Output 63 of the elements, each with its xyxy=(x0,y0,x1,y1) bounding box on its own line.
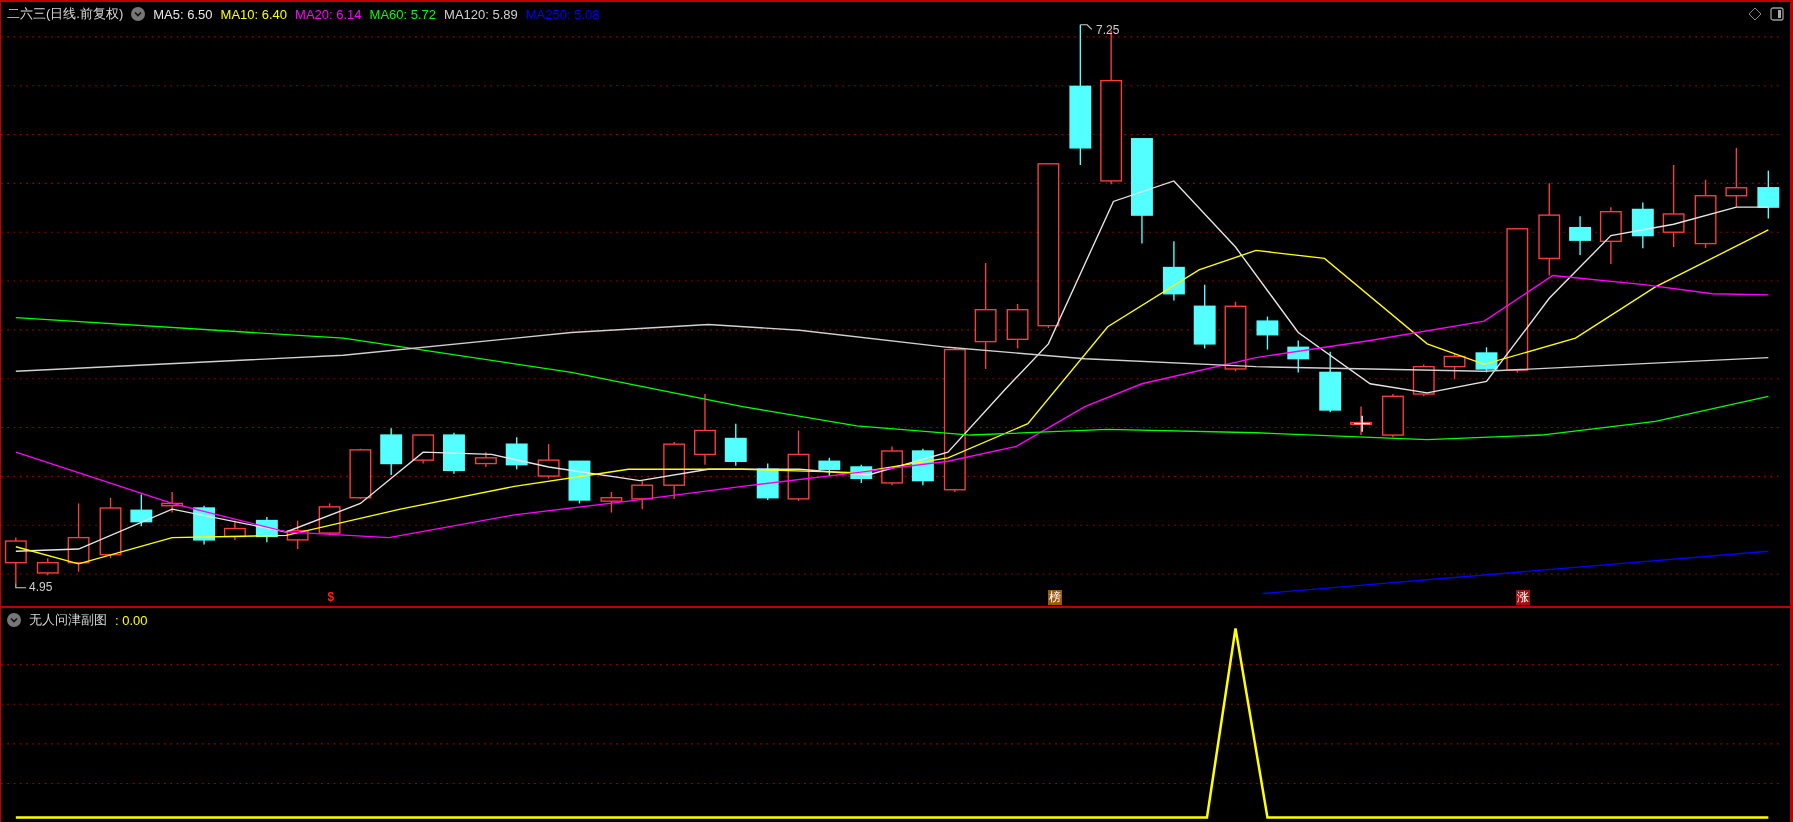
candlestick xyxy=(881,445,904,486)
candlestick xyxy=(474,451,497,468)
candlestick xyxy=(286,519,309,550)
panel-toggle-icon[interactable] xyxy=(1770,7,1784,21)
candlestick xyxy=(255,516,278,543)
candlestick xyxy=(1287,339,1310,374)
chart-title: 二六三(日线.前复权) xyxy=(7,5,124,23)
moving-average-label: MA5: 6.50 xyxy=(153,6,213,22)
moving-average-label: MA250: 5.08 xyxy=(525,6,600,22)
candlestick xyxy=(1757,169,1780,220)
candlestick xyxy=(99,497,122,559)
candlestick xyxy=(1162,240,1185,302)
candlestick xyxy=(1350,405,1372,436)
candlestick xyxy=(130,493,153,527)
candlestick xyxy=(505,436,528,470)
candlestick xyxy=(663,441,686,500)
diamond-icon[interactable] xyxy=(1748,7,1762,21)
signal-marker: 涨 xyxy=(1516,590,1531,605)
candlestick xyxy=(1224,301,1247,372)
candlestick xyxy=(537,443,560,480)
candlestick xyxy=(1319,351,1342,413)
candlestick xyxy=(1382,393,1404,439)
candlestick xyxy=(568,460,591,505)
low-price-label: 4.95 xyxy=(29,580,53,594)
candlestick xyxy=(600,491,623,514)
signal-marker: $ xyxy=(326,590,336,605)
candlestick xyxy=(850,464,873,484)
candlestick xyxy=(318,502,341,537)
moving-average-label: MA120: 5.89 xyxy=(444,6,518,22)
candlestick xyxy=(818,457,841,477)
candlestick xyxy=(223,519,246,541)
candlestick xyxy=(67,502,90,573)
high-marker xyxy=(1079,24,1093,30)
candlestick xyxy=(443,432,465,475)
candlestick xyxy=(724,422,747,467)
signal-marker: 榜 xyxy=(1047,590,1062,605)
candlestick xyxy=(631,479,654,510)
crosshair-icon xyxy=(1353,415,1371,433)
candlestick xyxy=(1256,315,1279,351)
indicator-value: : 0.00 xyxy=(115,612,148,628)
candlestick xyxy=(161,491,184,514)
candlestick xyxy=(756,462,779,501)
candlestick xyxy=(412,434,435,465)
dropdown-icon[interactable] xyxy=(131,7,146,21)
candlestick xyxy=(380,427,403,476)
indicator-title: 无人问津副图 xyxy=(29,611,107,629)
candlestick xyxy=(1006,303,1029,350)
moving-average-label: MA60: 5.72 xyxy=(369,6,437,22)
candlestick xyxy=(1631,201,1654,249)
moving-average-label: MA20: 6.14 xyxy=(295,6,362,22)
high-price-label: 7.25 xyxy=(1096,23,1120,37)
candlestick xyxy=(1725,147,1748,208)
candlestick xyxy=(4,536,27,584)
moving-average-label: MA10: 6.40 xyxy=(220,6,288,22)
candlestick xyxy=(1569,215,1591,256)
dropdown-icon[interactable] xyxy=(7,613,21,627)
candlestick xyxy=(349,448,372,500)
candlestick xyxy=(36,557,59,576)
candlestick xyxy=(1193,283,1216,350)
candlestick xyxy=(1694,179,1717,249)
low-marker xyxy=(15,582,27,589)
candlestick xyxy=(1599,206,1622,265)
candlestick xyxy=(1443,353,1466,380)
